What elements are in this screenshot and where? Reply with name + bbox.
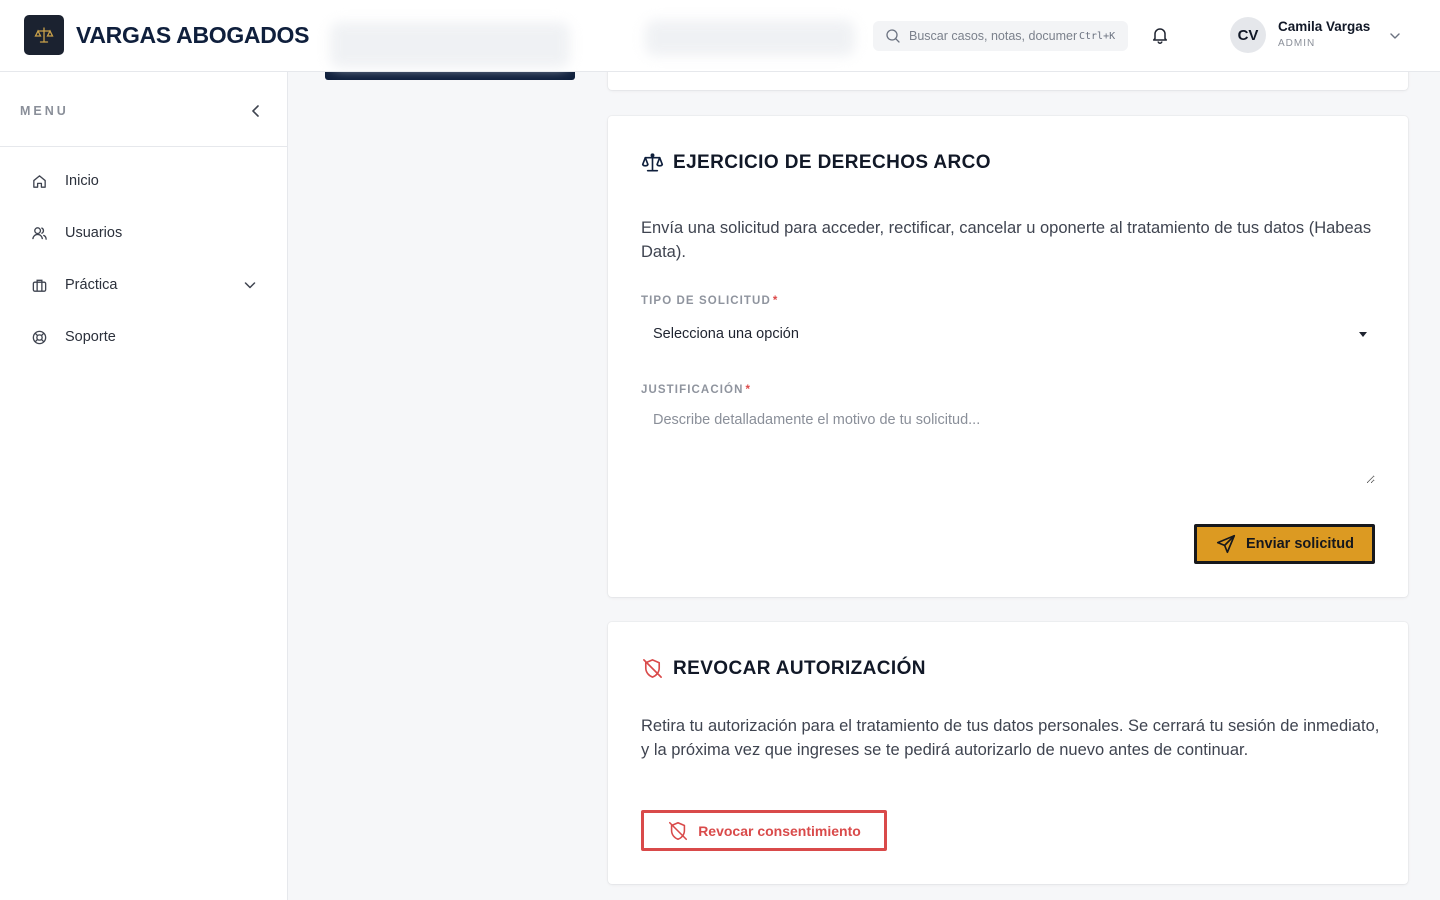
sidebar-item-label: Inicio bbox=[65, 173, 99, 189]
header-tab-indicator bbox=[325, 72, 575, 80]
shield-off-icon bbox=[643, 659, 662, 678]
sidebar-item-label: Usuarios bbox=[65, 225, 123, 241]
arco-title: EJERCICIO DE DERECHOS ARCO bbox=[641, 151, 991, 174]
revoke-description: Retira tu autorización para el tratamien… bbox=[641, 717, 1380, 759]
sidebar-item-label: Práctica bbox=[65, 277, 118, 293]
sidebar-item-label: Soporte bbox=[65, 329, 116, 345]
briefcase-icon bbox=[32, 279, 47, 292]
users-icon bbox=[32, 226, 47, 240]
sidebar-item-practica[interactable]: Práctica bbox=[20, 265, 268, 305]
blurred-header-region bbox=[330, 22, 570, 68]
scales-logo-icon bbox=[34, 27, 54, 43]
justification-label: JUSTIFICACIÓN * bbox=[641, 384, 751, 396]
arco-title-text: EJERCICIO DE DERECHOS ARCO bbox=[673, 151, 991, 173]
sidebar: MENU Inicio Usuarios Práctica Soporte bbox=[0, 72, 288, 900]
top-header: VARGAS ABOGADOS Ctrl+K CV Camila Vargas … bbox=[0, 0, 1440, 72]
home-icon bbox=[33, 174, 46, 188]
arco-description: Envía una solicitud para acceder, rectif… bbox=[641, 219, 1372, 261]
user-role: ADMIN bbox=[1278, 38, 1316, 49]
revoke-title-text: REVOCAR AUTORIZACIÓN bbox=[673, 657, 926, 679]
revoke-title: REVOCAR AUTORIZACIÓN bbox=[641, 657, 926, 680]
avatar[interactable]: CV bbox=[1230, 17, 1266, 53]
brand[interactable]: VARGAS ABOGADOS bbox=[24, 15, 309, 55]
request-type-label: TIPO DE SOLICITUD * bbox=[641, 295, 778, 307]
menu-label: MENU bbox=[20, 104, 69, 118]
global-search[interactable]: Ctrl+K bbox=[873, 21, 1128, 51]
lifebuoy-icon bbox=[32, 330, 47, 344]
brand-name: VARGAS ABOGADOS bbox=[76, 21, 310, 48]
required-mark: * bbox=[745, 384, 752, 396]
send-request-label: Enviar solicitud bbox=[1246, 536, 1354, 552]
revoke-authorization-card: REVOCAR AUTORIZACIÓN Retira tu autorizac… bbox=[608, 622, 1408, 884]
chevron-down-icon[interactable] bbox=[1387, 28, 1403, 44]
sidebar-item-soporte[interactable]: Soporte bbox=[20, 317, 268, 357]
sidebar-divider bbox=[0, 146, 287, 147]
justification-textarea[interactable] bbox=[641, 404, 1375, 484]
search-shortcut: Ctrl+K bbox=[1079, 30, 1116, 42]
user-name[interactable]: Camila Vargas bbox=[1278, 19, 1370, 34]
search-icon bbox=[886, 29, 900, 43]
request-type-label-text: TIPO DE SOLICITUD bbox=[641, 295, 771, 307]
sidebar-item-usuarios[interactable]: Usuarios bbox=[20, 213, 268, 253]
required-mark: * bbox=[772, 295, 779, 307]
revoke-consent-label: Revocar consentimiento bbox=[698, 822, 861, 839]
scales-icon bbox=[641, 153, 664, 172]
bell-icon[interactable] bbox=[1150, 25, 1170, 45]
caret-down-icon bbox=[1359, 332, 1367, 337]
sidebar-item-inicio[interactable]: Inicio bbox=[20, 161, 268, 201]
shield-off-icon bbox=[669, 821, 688, 840]
brand-logo bbox=[24, 15, 64, 55]
arco-rights-card: EJERCICIO DE DERECHOS ARCO Envía una sol… bbox=[608, 116, 1408, 597]
request-type-select[interactable]: Selecciona una opción bbox=[641, 317, 1375, 351]
send-request-button[interactable]: Enviar solicitud bbox=[1194, 524, 1375, 564]
search-input[interactable] bbox=[909, 29, 1077, 43]
send-icon bbox=[1216, 534, 1236, 554]
request-type-value: Selecciona una opción bbox=[653, 326, 799, 342]
collapse-sidebar-icon[interactable] bbox=[247, 102, 265, 120]
chevron-down-icon[interactable] bbox=[242, 277, 258, 293]
justification-label-text: JUSTIFICACIÓN bbox=[641, 384, 744, 396]
revoke-consent-button[interactable]: Revocar consentimiento bbox=[641, 810, 887, 851]
blurred-header-region bbox=[645, 20, 855, 56]
